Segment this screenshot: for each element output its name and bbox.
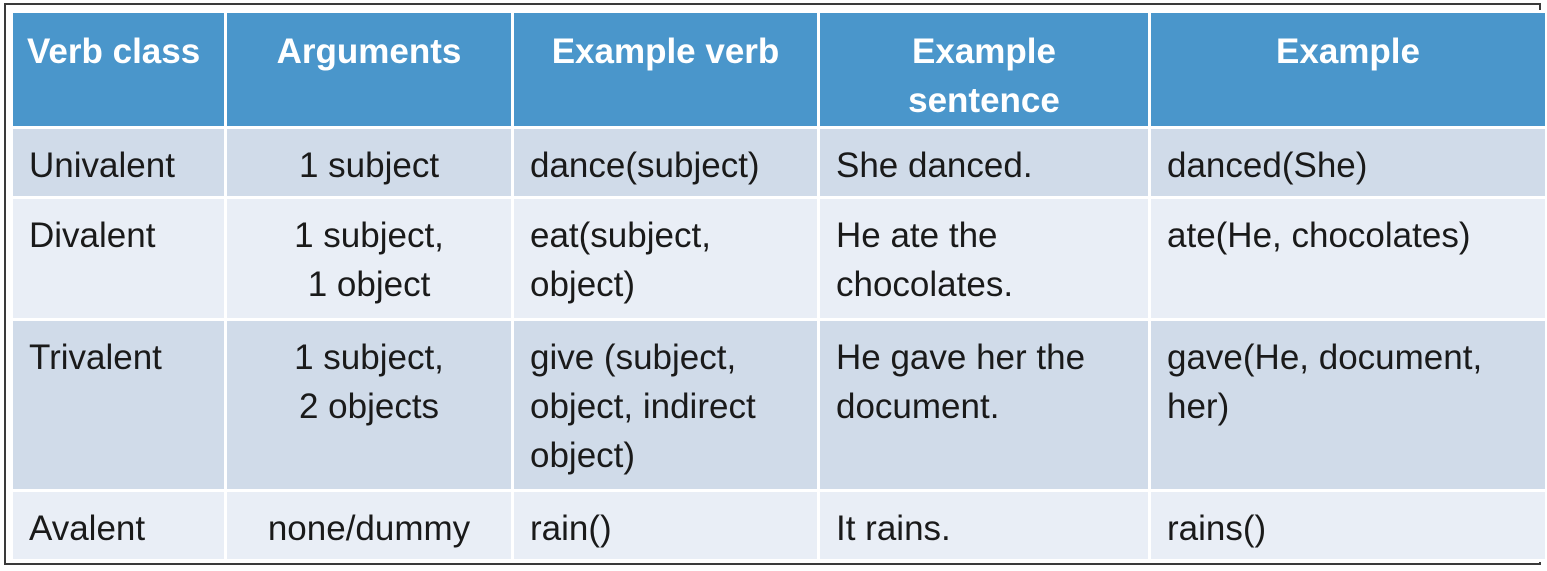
- cell-text: object): [530, 436, 636, 475]
- cell-text: 1 subject,: [294, 338, 444, 377]
- cell-arguments: none/dummy: [224, 489, 514, 562]
- header-verb-class-text: Verb class: [27, 32, 201, 71]
- cell-text: He gave her the: [836, 338, 1086, 377]
- cell-verb-class: Univalent: [10, 126, 227, 199]
- cell-example-sentence: She danced.: [817, 126, 1151, 199]
- cell-text: rain(): [530, 509, 612, 548]
- cell-example: danced(She): [1148, 126, 1547, 199]
- cell-example-sentence: He ate the chocolates.: [817, 196, 1151, 321]
- cell-example-verb: eat(subject, object): [511, 196, 820, 321]
- cell-arguments: 1 subject, 1 object: [224, 196, 514, 321]
- cell-example: gave(He, document, her): [1148, 318, 1547, 492]
- header-arguments-text: Arguments: [276, 32, 462, 71]
- cell-text: Trivalent: [29, 338, 162, 377]
- header-verb-class: Verb class: [10, 10, 227, 129]
- cell-text: It rains.: [836, 509, 951, 548]
- cell-text: Univalent: [29, 146, 175, 185]
- header-example: Example: [1148, 10, 1547, 129]
- cell-text: ate(He, chocolates): [1167, 216, 1471, 255]
- cell-arguments: 1 subject, 2 objects: [224, 318, 514, 492]
- header-example-sentence: Example sentence: [817, 10, 1151, 129]
- cell-example: ate(He, chocolates): [1148, 196, 1547, 321]
- cell-text: her): [1167, 387, 1230, 426]
- cell-text: Avalent: [29, 509, 146, 548]
- verb-valency-table: Verb class Arguments Example verb Exampl…: [10, 10, 1547, 562]
- cell-verb-class: Avalent: [10, 489, 227, 562]
- cell-text: document.: [836, 387, 1000, 426]
- cell-text: dance(subject): [530, 146, 760, 185]
- table-row: Trivalent 1 subject, 2 objects give (sub…: [10, 318, 1547, 492]
- cell-example-verb: dance(subject): [511, 126, 820, 199]
- cell-text: rains(): [1167, 509, 1267, 548]
- cell-text: none/dummy: [267, 509, 471, 548]
- cell-text: chocolates.: [836, 265, 1014, 304]
- header-example-verb-text: Example verb: [551, 32, 780, 71]
- cell-text: give (subject,: [530, 338, 737, 377]
- cell-text: gave(He, document,: [1167, 338, 1483, 377]
- cell-text: Divalent: [29, 216, 156, 255]
- cell-text: 1 subject,: [294, 216, 444, 255]
- cell-text: 2 objects: [298, 387, 440, 426]
- cell-example: rains(): [1148, 489, 1547, 562]
- header-arguments: Arguments: [224, 10, 514, 129]
- header-example-sentence-text-line2: sentence: [908, 81, 1060, 120]
- header-example-sentence-text-line1: Example: [912, 32, 1056, 71]
- cell-text: 1 object: [307, 265, 431, 304]
- cell-text: object, indirect: [530, 387, 756, 426]
- cell-text: 1 subject: [298, 146, 440, 185]
- table-row: Divalent 1 subject, 1 object eat(subject…: [10, 196, 1547, 321]
- cell-text: eat(subject,: [530, 216, 711, 255]
- cell-verb-class: Trivalent: [10, 318, 227, 492]
- table-row: Avalent none/dummy rain() It rains. rain…: [10, 489, 1547, 562]
- cell-example-verb: rain(): [511, 489, 820, 562]
- cell-verb-class: Divalent: [10, 196, 227, 321]
- header-example-verb: Example verb: [511, 10, 820, 129]
- cell-text: He ate the: [836, 216, 998, 255]
- cell-text: She danced.: [836, 146, 1033, 185]
- cell-example-verb: give (subject, object, indirect object): [511, 318, 820, 492]
- table-row: Univalent 1 subject dance(subject) She d…: [10, 126, 1547, 199]
- cell-example-sentence: It rains.: [817, 489, 1151, 562]
- header-row: Verb class Arguments Example verb Exampl…: [10, 10, 1547, 129]
- cell-example-sentence: He gave her the document.: [817, 318, 1151, 492]
- cell-arguments: 1 subject: [224, 126, 514, 199]
- cell-text: object): [530, 265, 636, 304]
- header-example-text: Example: [1276, 32, 1420, 71]
- cell-text: danced(She): [1167, 146, 1368, 185]
